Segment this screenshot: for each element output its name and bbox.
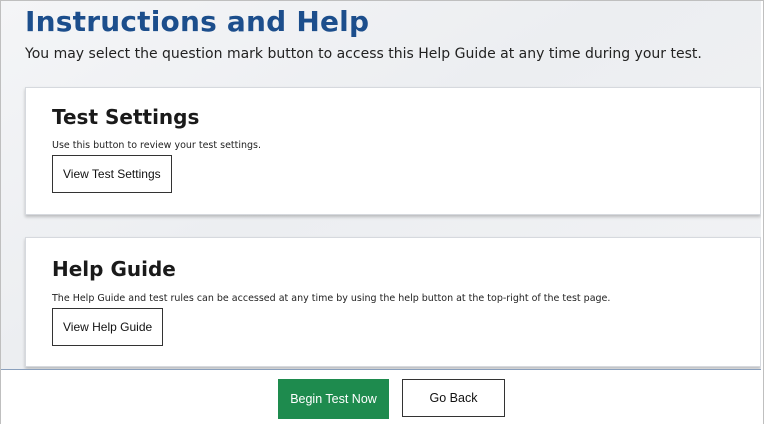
go-back-button[interactable]: Go Back — [402, 379, 505, 417]
help-guide-heading: Help Guide — [52, 257, 176, 281]
page-subtitle: You may select the question mark button … — [25, 46, 702, 62]
test-settings-description: Use this button to review your test sett… — [52, 140, 262, 151]
help-guide-card: Help Guide The Help Guide and test rules… — [25, 237, 761, 367]
view-test-settings-button[interactable]: View Test Settings — [52, 155, 172, 193]
view-help-guide-button[interactable]: View Help Guide — [52, 308, 164, 346]
page-title: Instructions and Help — [25, 5, 370, 38]
test-settings-heading: Test Settings — [52, 105, 200, 129]
begin-test-button[interactable]: Begin Test Now — [278, 379, 389, 419]
test-settings-card: Test Settings Use this button to review … — [25, 87, 761, 215]
main-content: Instructions and Help You may select the… — [1, 1, 761, 369]
footer-bar: Begin Test Now Go Back — [1, 370, 761, 425]
help-guide-description: The Help Guide and test rules can be acc… — [52, 293, 611, 304]
